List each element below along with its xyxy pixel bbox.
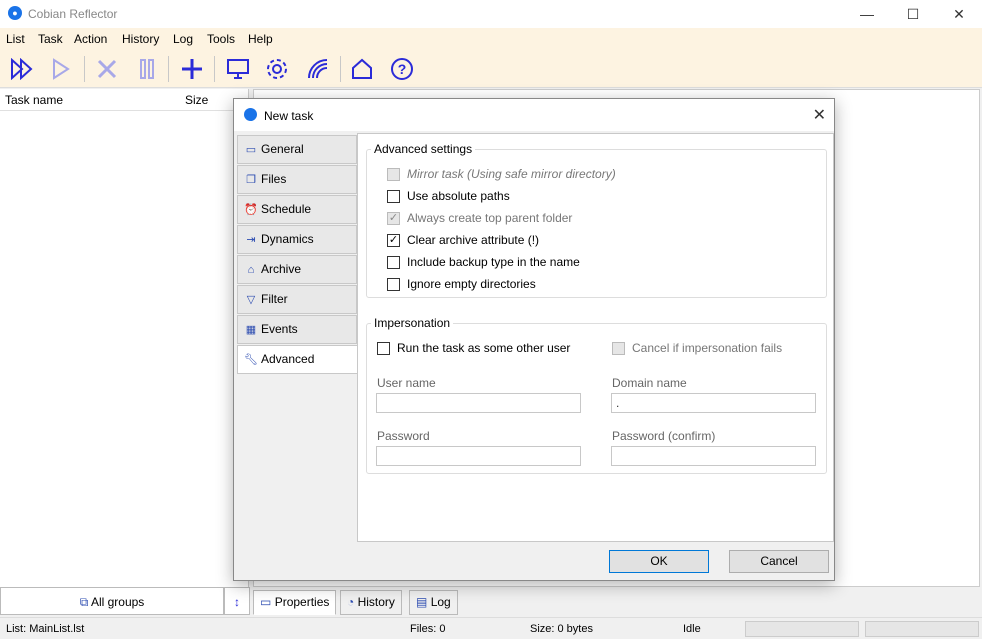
- ignore-empty-dirs-checkbox[interactable]: Ignore empty directories: [387, 276, 536, 292]
- dialog-title-bar: New task ✕: [234, 99, 834, 131]
- user-name-label: User name: [377, 376, 436, 390]
- menu-history[interactable]: History: [122, 32, 159, 46]
- monitor-icon[interactable]: [226, 57, 250, 81]
- wrench-icon: 🔧︎: [244, 354, 258, 366]
- menu-help[interactable]: Help: [248, 32, 273, 46]
- bottom-bar: ⧉ All groups ↕ ▭ Properties ◔ History ▤ …: [0, 587, 982, 617]
- app-icon: ●: [8, 6, 22, 20]
- menu-log[interactable]: Log: [173, 32, 193, 46]
- password-label: Password: [377, 429, 430, 443]
- tab-properties[interactable]: ▭ Properties: [253, 590, 337, 615]
- password-confirm-label: Password (confirm): [612, 429, 716, 443]
- domain-name-label: Domain name: [612, 376, 687, 390]
- dynamics-icon: ⇥: [246, 234, 256, 246]
- toolbar-separator: [84, 56, 85, 82]
- title-bar: ● Cobian Reflector — ☐ ✕: [0, 0, 982, 28]
- files-icon: ❐: [246, 174, 256, 186]
- tab-archive[interactable]: ⌂ Archive: [237, 255, 357, 284]
- history-icon: ◔: [347, 595, 355, 609]
- network-icon[interactable]: [306, 57, 330, 81]
- tab-files[interactable]: ❐ Files: [237, 165, 357, 194]
- close-button[interactable]: ✕: [936, 0, 982, 28]
- menu-bar: List Task Action History Log Tools Help: [0, 28, 982, 50]
- run-selected-icon[interactable]: [49, 57, 73, 81]
- password-confirm-field[interactable]: [611, 446, 816, 466]
- domain-name-field[interactable]: [611, 393, 816, 413]
- menu-task[interactable]: Task: [38, 32, 63, 46]
- toolbar-separator: [214, 56, 215, 82]
- tab-events[interactable]: ▦ Events: [237, 315, 357, 344]
- maximize-button[interactable]: ☐: [890, 0, 936, 28]
- add-task-icon[interactable]: [180, 57, 204, 81]
- column-task-name[interactable]: Task name: [5, 93, 63, 107]
- status-files: Files: 0: [410, 623, 446, 635]
- progress-bar: [745, 621, 859, 637]
- svg-text:?: ?: [398, 61, 407, 77]
- properties-icon: ▭: [260, 595, 272, 609]
- ok-button[interactable]: OK: [609, 550, 709, 573]
- archive-icon: ⌂: [247, 264, 255, 276]
- toolbar: ?: [0, 50, 982, 88]
- sort-button[interactable]: ↕: [224, 587, 250, 615]
- advanced-panel: Advanced settings Mirror task (Using saf…: [357, 133, 834, 542]
- progress-bar-secondary: [865, 621, 979, 637]
- monitor-icon: ▭: [245, 144, 257, 156]
- mirror-task-checkbox[interactable]: Mirror task (Using safe mirror directory…: [387, 166, 616, 182]
- tab-filter[interactable]: ▽ Filter: [237, 285, 357, 314]
- tab-schedule[interactable]: ⏰ Schedule: [237, 195, 357, 224]
- advanced-settings-title: Advanced settings: [374, 142, 473, 156]
- log-icon: ▤: [416, 595, 428, 609]
- status-list: List: MainList.lst: [6, 623, 85, 635]
- status-size: Size: 0 bytes: [530, 623, 593, 635]
- menu-list[interactable]: List: [6, 32, 25, 46]
- create-top-parent-checkbox[interactable]: ✓ Always create top parent folder: [387, 210, 572, 226]
- impersonation-title: Impersonation: [374, 316, 451, 330]
- status-bar: List: MainList.lst Files: 0 Size: 0 byte…: [0, 617, 982, 639]
- tab-history[interactable]: ◔ History: [340, 590, 402, 615]
- include-backup-type-checkbox[interactable]: Include backup type in the name: [387, 254, 580, 270]
- run-all-icon[interactable]: [10, 57, 34, 81]
- column-size[interactable]: Size: [185, 93, 208, 107]
- groups-icon: ⧉: [79, 595, 89, 609]
- tab-dynamics[interactable]: ⇥ Dynamics: [237, 225, 357, 254]
- app-icon: [244, 108, 257, 121]
- user-name-field[interactable]: [376, 393, 581, 413]
- alarm-clock-icon: ⏰: [244, 204, 258, 216]
- dialog-close-button[interactable]: ✕: [813, 105, 826, 125]
- menu-action[interactable]: Action: [74, 32, 107, 46]
- calendar-icon: ▦: [245, 324, 257, 336]
- cancel-if-fails-checkbox[interactable]: Cancel if impersonation fails: [612, 340, 782, 356]
- password-field[interactable]: [376, 446, 581, 466]
- help-icon[interactable]: ?: [390, 57, 414, 81]
- stop-icon[interactable]: [95, 57, 119, 81]
- all-groups-button[interactable]: ⧉ All groups: [0, 587, 224, 615]
- filter-icon: ▽: [246, 294, 256, 306]
- tab-general[interactable]: ▭ General: [237, 135, 357, 164]
- window-title: Cobian Reflector: [28, 7, 118, 21]
- minimize-button[interactable]: —: [844, 0, 890, 28]
- settings-icon[interactable]: [265, 57, 289, 81]
- cancel-button[interactable]: Cancel: [729, 550, 829, 573]
- pause-icon[interactable]: [135, 57, 159, 81]
- tab-advanced[interactable]: 🔧︎ Advanced: [237, 345, 359, 374]
- dialog-title: New task: [264, 109, 314, 123]
- absolute-paths-checkbox[interactable]: Use absolute paths: [387, 188, 510, 204]
- home-icon[interactable]: [350, 57, 374, 81]
- menu-tools[interactable]: Tools: [207, 32, 235, 46]
- status-state: Idle: [683, 623, 701, 635]
- toolbar-separator: [168, 56, 169, 82]
- task-list[interactable]: Task name Size: [0, 89, 249, 587]
- tab-log[interactable]: ▤ Log: [409, 590, 458, 615]
- toolbar-separator: [340, 56, 341, 82]
- clear-archive-checkbox[interactable]: ✓ Clear archive attribute (!): [387, 232, 539, 248]
- new-task-dialog: New task ✕ ▭ General ❐ Files ⏰ Schedule ⇥ Dy…: [233, 98, 835, 581]
- task-list-header: Task name Size: [0, 89, 248, 111]
- run-as-other-user-checkbox[interactable]: Run the task as some other user: [377, 340, 570, 356]
